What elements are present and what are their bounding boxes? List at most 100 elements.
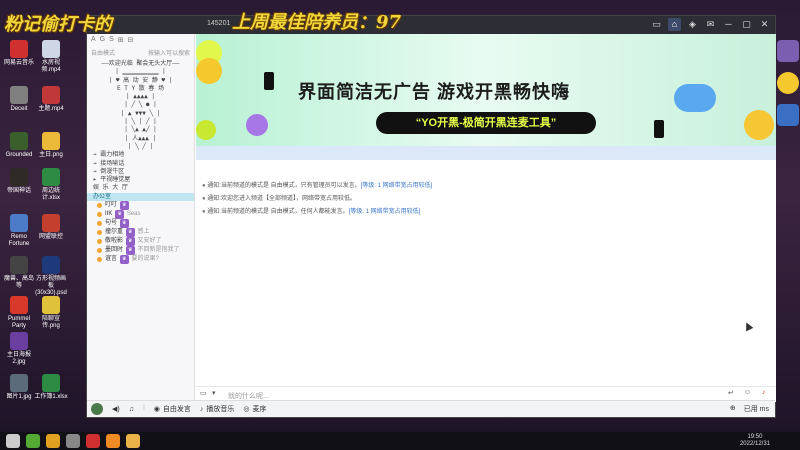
restore-icon[interactable]: ▢ [740, 18, 753, 31]
message-text: 欢迎您进入频道【全部频道】，网络带宽占用较低。 [220, 196, 356, 202]
desktop-icon-label: 主日.png [39, 152, 63, 158]
desktop-icon[interactable]: 主题.mp4 [34, 86, 68, 113]
channel-sidebar: A G S ⊞ ⊟ 自由模式 按输入可以搜索 ——欢迎光临 聚会无头大厅—— | … [87, 34, 195, 402]
user-row[interactable]: 敬啦影 ♛ 又安好了 [87, 237, 194, 247]
tool-list[interactable]: ⊟ [128, 36, 134, 44]
user-row[interactable]: 句号 ♛ [87, 219, 194, 229]
tool-s[interactable]: S [109, 36, 114, 44]
desktop-icon[interactable]: 水房视频.mp4 [34, 40, 68, 74]
user-level-icon: ♛ [126, 246, 135, 256]
clock-time: 19:50 [747, 434, 763, 440]
desktop-icon-label: 工作簿1.xlsx [34, 394, 68, 400]
close-icon[interactable]: ✕ [758, 18, 771, 31]
system-message: ● 通知:欢迎您进入频道【全部频道】，网络带宽占用较低。 [202, 193, 356, 202]
user-row[interactable]: 谊言 ♛ 要的说果? [87, 255, 194, 265]
latency-status: 已用 ms [743, 406, 769, 413]
desktop-icon-label: 陪聊宣传.png [41, 316, 60, 329]
taskbar-app-icon[interactable] [86, 434, 100, 448]
desktop-icon-image [42, 296, 60, 314]
desktop-icon-right[interactable] [777, 72, 799, 94]
user-name: 句号 [105, 220, 118, 227]
desktop-icon[interactable]: 工作簿1.xlsx [34, 374, 68, 401]
desktop-icon[interactable]: Pummel Party [2, 296, 36, 330]
desktop-icon-image [42, 132, 60, 150]
gamepad-icon[interactable]: ◈ [686, 18, 699, 31]
selected-channel[interactable]: 办公室 [87, 192, 194, 202]
user-row[interactable]: IIK ♛ Seas [87, 210, 194, 220]
mixer-icon[interactable]: ⫶ [143, 405, 145, 413]
desktop-icon-image [10, 132, 28, 150]
desktop-icon-right[interactable] [777, 40, 799, 62]
send-icon[interactable]: ↵ [728, 389, 734, 397]
taskbar-app-icon[interactable] [26, 434, 40, 448]
desktop-icon[interactable]: Deceit [2, 86, 36, 113]
channel-tree-item[interactable]: → 接场喻话 [87, 160, 194, 168]
desktop-icon[interactable]: 主日.png [34, 132, 68, 159]
queue-icon: ◎ [243, 406, 250, 413]
desktop-icon[interactable]: Grounded [2, 132, 36, 159]
desktop-icon[interactable]: 陪聊宣传.png [34, 296, 68, 330]
search-hint: 按输入可以搜索 [147, 51, 190, 57]
taskbar-app-icon[interactable] [66, 434, 80, 448]
desktop-icon[interactable]: Remo Fortune [2, 214, 36, 248]
taskbar-clock[interactable]: 19:50 2022/12/31 [740, 434, 770, 448]
windows-start-icon[interactable] [6, 434, 20, 448]
desktop-icon[interactable]: 网盟联控 [34, 214, 68, 241]
channel-tree-item: | ╲▲ ▲╱ | [124, 126, 157, 134]
taskbar-app-icon[interactable] [106, 434, 120, 448]
message-highlight: [等级: 1 网络带宽占用较低] [360, 183, 433, 189]
taskbar-app-icon[interactable] [46, 434, 60, 448]
video-icon[interactable]: ▭ [650, 18, 663, 31]
tool-grid[interactable]: ⊞ [118, 36, 124, 44]
tool-g[interactable]: G [100, 36, 105, 44]
desktop-icon[interactable]: 方形视频画板(30x30).psd [34, 256, 68, 297]
channel-tree-item: | ▲ ▼▼▼ ╲ | [120, 109, 161, 117]
desktop-icon-image [10, 214, 28, 232]
channel-tree-item[interactable]: → 霸力相地 [87, 151, 194, 159]
channel-tree-item[interactable]: 娱 乐 大 厅 [87, 184, 194, 192]
desktop-icon-image [10, 374, 28, 392]
desktop-icon-image [42, 374, 60, 392]
user-row[interactable]: 叮叮 ♛ [87, 201, 194, 211]
desktop-icon-label: Remo Fortune [8, 234, 30, 247]
chevron-down-icon[interactable]: ▾ [212, 389, 216, 397]
mic-queue-button[interactable]: ◎ 麦序 [243, 404, 266, 414]
user-row[interactable]: 墨回时 ♛ 不回新是抱我了 [87, 246, 194, 256]
sidebar-search[interactable]: 自由模式 按输入可以搜索 [91, 48, 190, 58]
desktop-icon-right[interactable] [777, 104, 799, 126]
channel-tree-item[interactable]: → 倒漫牛区 [87, 168, 194, 176]
user-name: 敬啦影 [105, 238, 124, 245]
desktop-icon[interactable]: 帝国神话 [2, 168, 36, 195]
desktop-icon[interactable]: 图片1.jpg [2, 374, 36, 401]
home-icon[interactable]: ⌂ [668, 18, 681, 31]
free-speak-label: 自由发言 [162, 406, 191, 413]
free-speak-button[interactable]: ◉ 自由发言 [154, 404, 191, 414]
mail-icon[interactable]: ✉ [704, 18, 717, 31]
tool-a[interactable]: A [91, 36, 96, 44]
music-icon[interactable]: ♪ [762, 389, 766, 396]
mic-queue-label: 麦序 [252, 406, 267, 413]
desktop-icon[interactable]: 魔兽、高岛等 [2, 256, 36, 290]
desktop-icon-image [42, 40, 60, 58]
play-music-button[interactable]: ♪ 播放音乐 [200, 404, 235, 414]
desktop-icon-label: 主日海报2.jpg [6, 352, 31, 365]
right-desktop-icons [777, 40, 800, 126]
mic-icon[interactable]: ♫ [129, 406, 134, 413]
channel-tree-item: E T Y 散 春 场 [117, 84, 164, 92]
desktop-icon-label: Grounded [5, 152, 33, 158]
desktop-icon[interactable]: 网易云音乐 [2, 40, 36, 67]
speaker-icon[interactable]: ◀) [112, 405, 120, 413]
minimize-icon[interactable]: ─ [722, 18, 735, 31]
desktop-icon-label: Deceit [10, 106, 28, 112]
user-level-icon: ♛ [115, 210, 124, 220]
user-row[interactable]: 撞尔重 ♛ 感上 [87, 228, 194, 238]
user-status-icon [97, 257, 102, 263]
keyboard-icon[interactable]: ▭ [200, 389, 207, 397]
desktop-icon-label: 周边统计.xlsx [41, 188, 60, 201]
desktop-icon[interactable]: 主日海报2.jpg [2, 332, 36, 366]
avatar[interactable] [91, 403, 103, 415]
desktop-icon[interactable]: 周边统计.xlsx [34, 168, 68, 202]
message-prefix: 通知: [207, 196, 221, 202]
emoji-icon[interactable]: ☺ [744, 389, 751, 396]
taskbar-app-icon[interactable] [126, 434, 140, 448]
